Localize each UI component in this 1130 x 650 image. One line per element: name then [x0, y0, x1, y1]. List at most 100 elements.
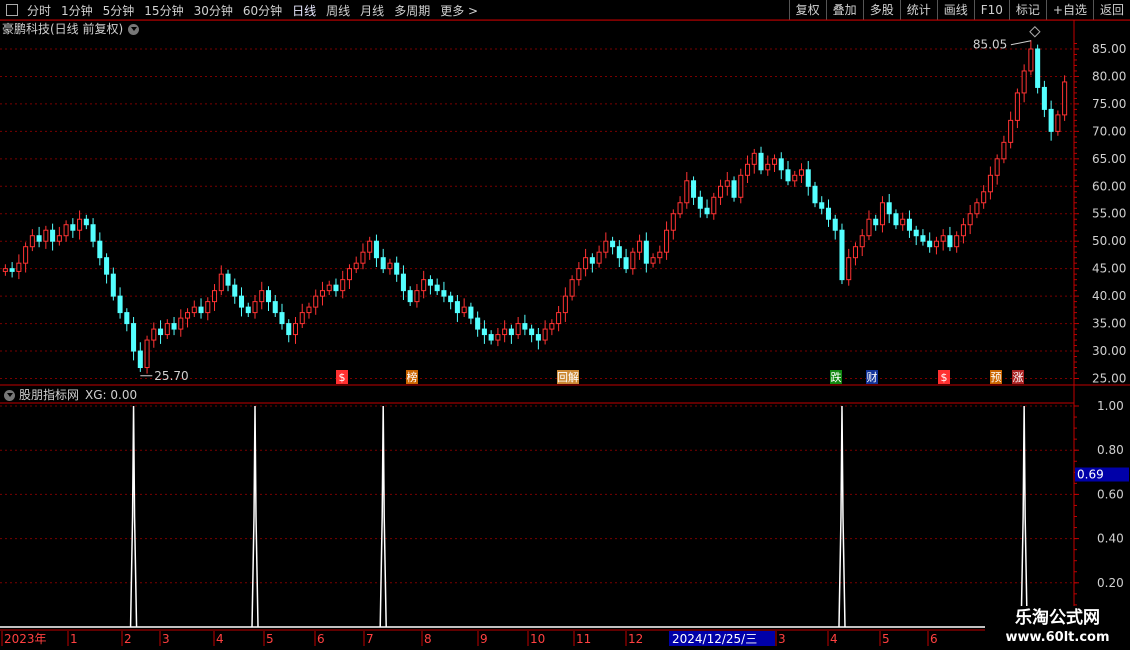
- candle-body: [265, 290, 272, 303]
- candle-body: [326, 284, 332, 292]
- candle-body: [738, 174, 744, 198]
- candle-body: [63, 224, 69, 237]
- x-label: 2024/12/25/三: [672, 632, 757, 646]
- candle-body: [232, 284, 238, 297]
- x-label: 3: [778, 632, 786, 646]
- low-label: 25.70: [154, 369, 188, 383]
- indicator-name: 股朋指标网: [19, 388, 80, 402]
- candle-body: [974, 202, 980, 215]
- candle-body: [1035, 48, 1041, 88]
- candle-body: [704, 207, 710, 215]
- candle-body: [718, 185, 724, 198]
- candle-body: [596, 251, 602, 264]
- candle-body: [77, 218, 83, 231]
- candle-body: [691, 180, 697, 198]
- candle-body: [191, 306, 197, 314]
- candle-body: [900, 218, 906, 226]
- candle-body: [400, 273, 406, 292]
- x-label: 6: [317, 632, 325, 646]
- watermark: 乐淘公式网 www.60lt.com: [985, 606, 1130, 650]
- current-value-label: 0.69: [1077, 468, 1104, 482]
- candle-body: [535, 334, 541, 341]
- kline-chart[interactable]: $ 榜 回解 跌 财 $ 预涨 85.00 80.00 75.00 70.00 65.00 60.00…: [0, 0, 1130, 650]
- candle-body: [603, 240, 609, 253]
- candle-body: [583, 257, 589, 270]
- candle-body: [218, 273, 224, 292]
- x-label: 4: [216, 632, 224, 646]
- indicator-title-bar[interactable]: 股朋指标网 XG: 0.00: [2, 387, 137, 403]
- candle-body: [185, 312, 191, 319]
- high-pointer: [1010, 40, 1031, 46]
- candle-body: [724, 180, 730, 187]
- candle-body: [508, 328, 514, 336]
- x-label: 5: [266, 632, 274, 646]
- candle-body: [272, 301, 278, 314]
- candle-body: [360, 251, 366, 264]
- candle-body: [731, 180, 737, 198]
- ind-y-label: 0.40: [1097, 532, 1124, 546]
- candle-body: [610, 240, 616, 248]
- candle-body: [475, 317, 481, 330]
- candle-body: [664, 229, 670, 253]
- event-label: 预: [991, 371, 1002, 384]
- candle-body: [178, 317, 184, 330]
- candle-body: [765, 163, 771, 171]
- candle-body: [778, 158, 784, 171]
- x-label: 2: [124, 632, 132, 646]
- candle-body: [56, 235, 62, 242]
- chevron-down-icon[interactable]: [4, 389, 15, 401]
- candle-body: [637, 240, 643, 253]
- high-label: 85.05: [973, 38, 1007, 52]
- x-label: 5: [882, 632, 890, 646]
- candle-body: [981, 191, 987, 204]
- candle-body: [137, 350, 143, 369]
- candle-body: [920, 235, 926, 242]
- candle-body: [711, 196, 717, 215]
- x-label: 6: [930, 632, 938, 646]
- main-y-label: 40.00: [1092, 289, 1126, 303]
- candle-body: [9, 268, 15, 272]
- candle-body: [947, 235, 953, 248]
- candle-body: [292, 323, 299, 336]
- candle-body: [576, 268, 582, 281]
- candle-body: [792, 174, 798, 182]
- candle-body: [549, 323, 555, 330]
- candle-body: [286, 323, 292, 336]
- x-label: 2023年: [4, 632, 47, 646]
- main-y-label: 60.00: [1092, 179, 1126, 193]
- main-y-label: 50.00: [1092, 234, 1126, 248]
- events-layer: $ 榜 回解 跌 财 $ 预涨: [336, 370, 1024, 384]
- signal-spike: [129, 405, 138, 628]
- candle-body: [394, 262, 400, 275]
- candle-body: [684, 180, 690, 204]
- candle-body: [158, 328, 164, 336]
- candle-body: [643, 240, 649, 264]
- candle-body: [819, 202, 825, 209]
- candle-body: [616, 246, 622, 259]
- candle-body: [650, 257, 656, 264]
- main-y-label: 35.00: [1092, 317, 1126, 331]
- candle-body: [987, 174, 993, 193]
- candle-body: [1008, 119, 1014, 143]
- main-y-label: 75.00: [1092, 97, 1126, 111]
- main-y-label: 45.00: [1092, 262, 1126, 276]
- candle-body: [313, 295, 319, 308]
- candle-body: [967, 213, 973, 226]
- candle-body: [873, 218, 879, 226]
- diamond-icon: [1029, 26, 1041, 38]
- ind-y-label: 1.00: [1097, 399, 1124, 413]
- candle-body: [380, 257, 386, 270]
- candle-body: [454, 301, 460, 314]
- candle-body: [879, 202, 885, 226]
- main-y-label: 55.00: [1092, 207, 1126, 221]
- candle-body: [43, 229, 49, 242]
- candle-body: [23, 246, 29, 264]
- candle-body: [488, 334, 494, 341]
- candle-body: [751, 152, 757, 165]
- main-y-label: 85.00: [1092, 42, 1126, 56]
- candle-body: [245, 306, 251, 314]
- candle-body: [502, 328, 508, 336]
- candle-body: [333, 284, 339, 292]
- main-y-label: 25.00: [1092, 372, 1126, 386]
- candle-body: [670, 213, 676, 231]
